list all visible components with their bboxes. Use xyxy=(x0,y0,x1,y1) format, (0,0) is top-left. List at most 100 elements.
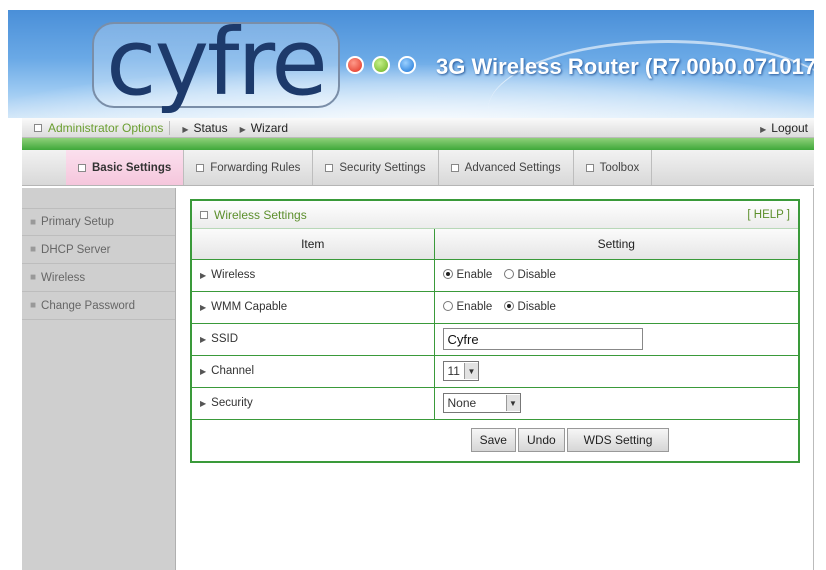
tab-toolbox[interactable]: Toolbox xyxy=(574,150,653,185)
tab-label: Forwarding Rules xyxy=(210,161,301,174)
wireless-enable-radio[interactable]: Enable xyxy=(442,269,493,281)
channel-value: 11 xyxy=(447,364,460,378)
security-value: None xyxy=(447,396,477,410)
wmm-enable-radio[interactable]: Enable xyxy=(442,301,493,313)
table-row: ▶ SSID xyxy=(192,323,798,356)
security-select[interactable]: None ▼ xyxy=(442,393,521,413)
dropdown-arrow-icon: ▼ xyxy=(505,395,520,411)
sidebar-item-label: Wireless xyxy=(41,271,86,284)
sidebar: ■ Primary Setup ■ DHCP Server ■ Wireless ■ C… xyxy=(22,188,176,570)
arrow-right-icon: ▶ xyxy=(200,367,207,376)
admin-options-link[interactable]: Administrator Options xyxy=(22,121,169,135)
header-banner: cyfre 3G Wireless Router (R7.00b0.071017… xyxy=(8,10,814,118)
row-label: Channel xyxy=(211,365,254,377)
row-label: SSID xyxy=(211,333,238,345)
column-header-item: Item xyxy=(192,229,435,260)
option-label: Enable xyxy=(456,301,493,313)
square-icon xyxy=(325,163,334,172)
save-button[interactable]: Save xyxy=(470,427,516,452)
tab-label: Security Settings xyxy=(339,161,426,174)
table-row: ▶ Channel 11 ▼ xyxy=(192,355,798,388)
radio-checked-icon xyxy=(503,301,514,311)
top-nav: Administrator Options ▶ Status ▶ Wizard ▶ L… xyxy=(22,118,814,138)
button-row: Save Undo WDS Setting xyxy=(192,420,798,460)
logout-label: Logout xyxy=(771,120,808,135)
sidebar-item-label: DHCP Server xyxy=(41,243,111,256)
admin-options-label: Administrator Options xyxy=(48,120,164,135)
arrow-right-icon: ▶ xyxy=(760,124,767,134)
option-label: Enable xyxy=(456,269,493,281)
square-icon xyxy=(200,210,208,219)
tab-security-settings[interactable]: Security Settings xyxy=(313,150,439,185)
channel-select[interactable]: 11 ▼ xyxy=(442,361,479,381)
tab-label: Basic Settings xyxy=(92,161,172,174)
row-label-cell: ▶ Channel xyxy=(192,355,435,388)
radio-checked-icon xyxy=(442,269,453,279)
red-dot-icon xyxy=(346,56,364,74)
tab-label: Advanced Settings xyxy=(464,161,561,174)
tab-spacer xyxy=(22,150,66,185)
arrow-right-icon: ▶ xyxy=(200,303,207,312)
row-label-cell: ▶ WMM Capable xyxy=(192,291,435,324)
green-dot-icon xyxy=(372,56,390,74)
row-label: Wireless xyxy=(211,269,256,281)
row-setting-cell: 11 ▼ xyxy=(434,355,798,388)
wizard-link[interactable]: ▶ Wizard xyxy=(234,121,295,135)
arrow-right-icon: ▶ xyxy=(182,124,189,134)
bullet-icon: ■ xyxy=(30,216,37,228)
row-label-cell: ▶ Wireless xyxy=(192,259,435,292)
panel-header: Wireless Settings [ HELP ] xyxy=(192,201,798,229)
wireless-disable-radio[interactable]: Disable xyxy=(503,269,556,281)
sidebar-item-primary-setup[interactable]: ■ Primary Setup xyxy=(22,208,175,236)
row-label-cell: ▶ SSID xyxy=(192,323,435,356)
logout-link[interactable]: ▶ Logout xyxy=(754,121,814,135)
tab-forwarding-rules[interactable]: Forwarding Rules xyxy=(184,150,314,185)
status-link[interactable]: ▶ Status xyxy=(176,121,233,135)
option-label: Disable xyxy=(517,269,556,281)
row-setting-cell xyxy=(434,323,798,356)
sidebar-item-dhcp-server[interactable]: ■ DHCP Server xyxy=(22,236,175,264)
wmm-disable-radio[interactable]: Disable xyxy=(503,301,556,313)
table-row: ▶ Security None ▼ xyxy=(192,387,798,420)
square-icon xyxy=(585,163,594,172)
arrow-right-icon: ▶ xyxy=(239,124,246,134)
row-setting-cell: Enable Disable xyxy=(434,291,798,324)
square-icon xyxy=(34,123,42,132)
arrow-right-icon: ▶ xyxy=(200,271,207,280)
product-title: 3G Wireless Router (R7.00b0.071017) xyxy=(436,54,814,79)
table-header-row: Item Setting xyxy=(192,229,798,260)
row-setting-cell: Enable Disable xyxy=(434,259,798,292)
square-icon xyxy=(450,163,459,172)
status-label: Status xyxy=(193,120,228,135)
wds-setting-button[interactable]: WDS Setting xyxy=(566,427,670,452)
panel-title-text: Wireless Settings xyxy=(214,207,307,222)
panel-title: Wireless Settings xyxy=(200,208,747,222)
row-label: WMM Capable xyxy=(211,301,288,313)
bullet-icon: ■ xyxy=(30,272,37,283)
undo-button[interactable]: Undo xyxy=(517,427,565,452)
row-label: Security xyxy=(211,397,253,409)
sidebar-item-wireless[interactable]: ■ Wireless xyxy=(22,264,175,292)
square-icon xyxy=(196,163,205,172)
blue-dot-icon xyxy=(398,56,416,74)
column-header-setting: Setting xyxy=(434,229,798,260)
row-label-cell: ▶ Security xyxy=(192,387,435,420)
radio-unchecked-icon xyxy=(442,301,453,311)
tab-advanced-settings[interactable]: Advanced Settings xyxy=(439,150,574,185)
arrow-right-icon: ▶ xyxy=(200,399,207,408)
sidebar-item-label: Change Password xyxy=(41,299,136,312)
table-row: ▶ WMM Capable Enable Disable xyxy=(192,291,798,324)
wizard-label: Wizard xyxy=(250,120,289,135)
green-divider-bar xyxy=(22,138,814,150)
tab-label: Toolbox xyxy=(599,161,640,174)
logo-dots xyxy=(346,56,416,74)
arrow-right-icon: ▶ xyxy=(200,335,207,344)
ssid-input[interactable] xyxy=(442,328,643,350)
table-row: ▶ Wireless Enable Disable xyxy=(192,259,798,292)
wireless-settings-panel: Wireless Settings [ HELP ] Item Setting … xyxy=(190,199,800,463)
tab-basic-settings[interactable]: Basic Settings xyxy=(66,150,185,185)
sidebar-item-change-password[interactable]: ■ Change Password xyxy=(22,292,175,320)
help-link[interactable]: [ HELP ] xyxy=(747,209,790,221)
square-icon xyxy=(78,163,86,172)
brand-logo: cyfre xyxy=(106,10,328,116)
